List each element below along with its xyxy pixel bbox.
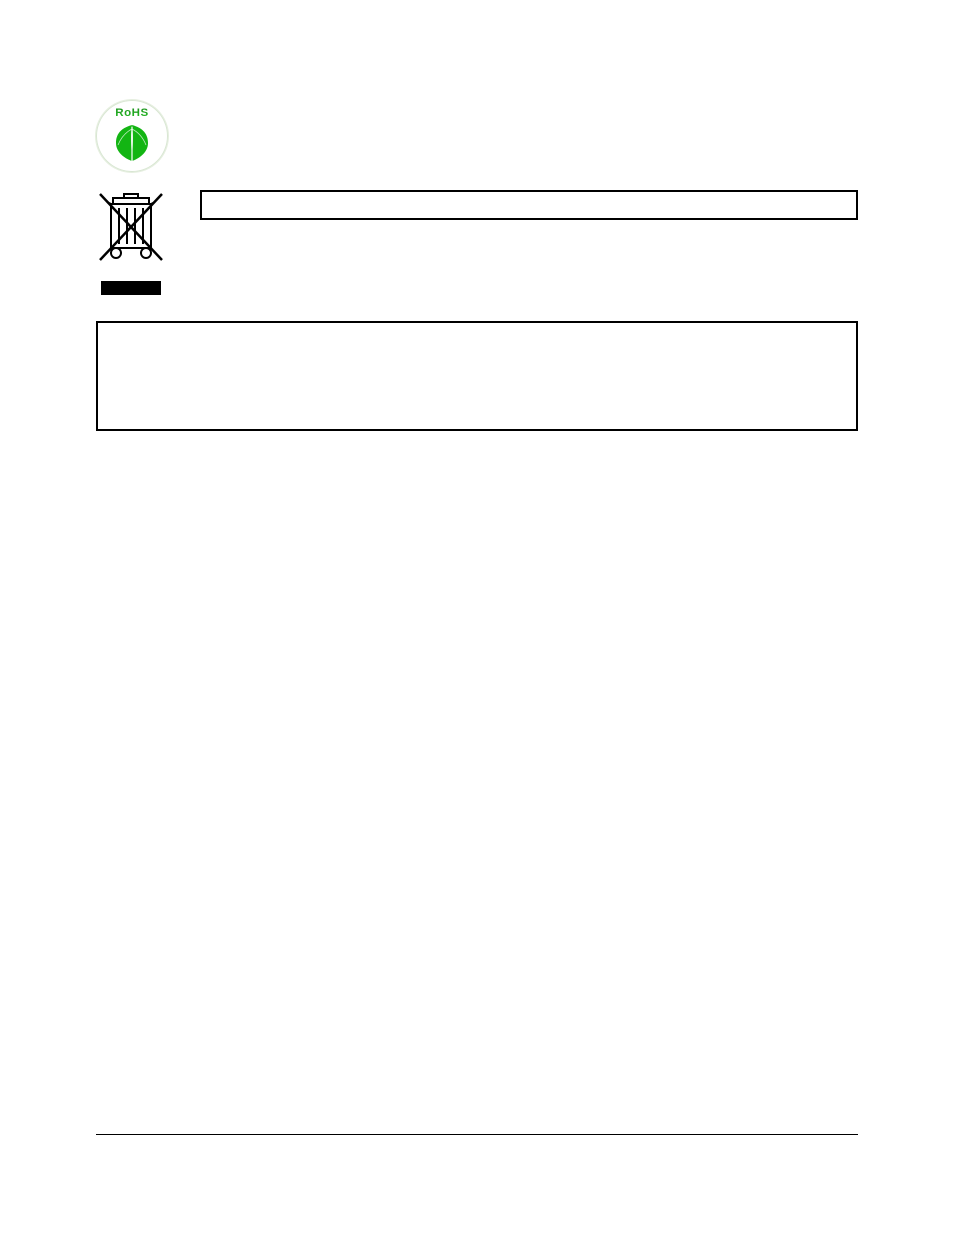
weee-directive-box xyxy=(200,190,858,220)
weee-underline-bar xyxy=(101,281,161,295)
ce-warning-box xyxy=(96,321,858,431)
weee-row xyxy=(96,190,858,295)
footer-divider xyxy=(96,1134,858,1135)
page: RoHS xyxy=(0,0,954,1235)
rohs-compliance-block: RoHS xyxy=(96,100,858,172)
leaf-icon xyxy=(110,123,154,163)
rohs-icon-label: RoHS xyxy=(94,107,170,119)
rohs-icon: RoHS xyxy=(96,100,168,172)
weee-bin-icon xyxy=(96,190,166,295)
